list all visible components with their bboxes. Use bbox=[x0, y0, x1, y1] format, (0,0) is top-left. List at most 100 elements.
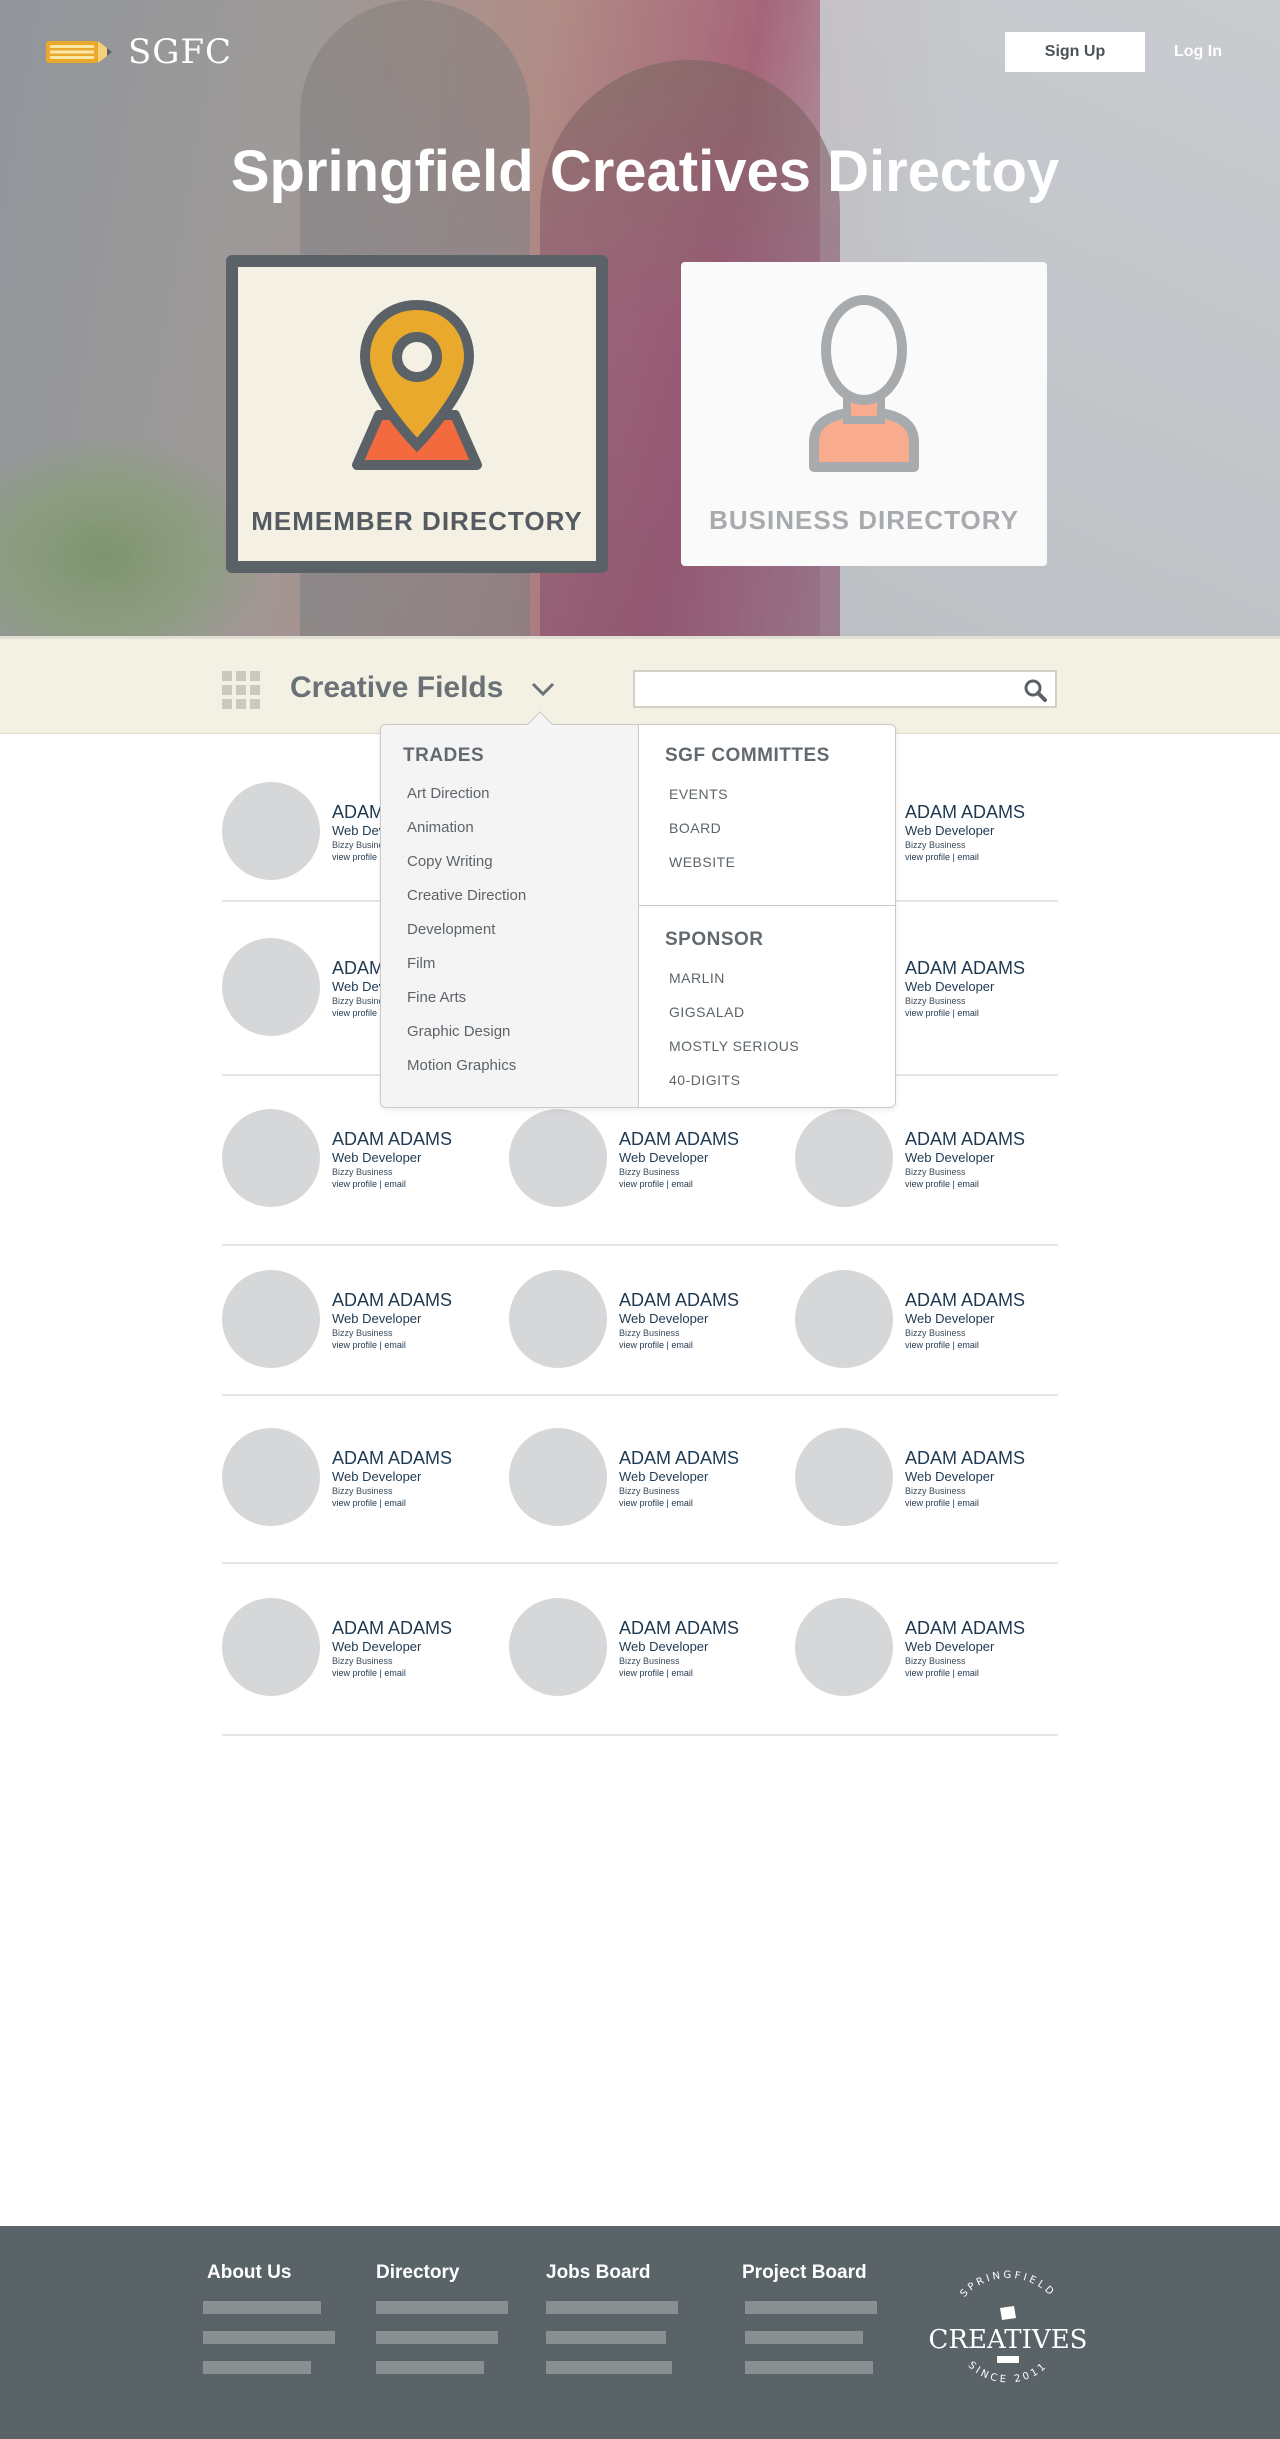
view-profile-link[interactable]: view profile bbox=[332, 1179, 377, 1189]
member-name[interactable]: ADAM ADAMS bbox=[619, 1290, 739, 1310]
avatar[interactable] bbox=[222, 938, 320, 1036]
email-link[interactable]: email bbox=[384, 1668, 406, 1678]
menu-item-gigsalad[interactable]: GIGSALAD bbox=[665, 995, 799, 1029]
menu-item-board[interactable]: BOARD bbox=[665, 811, 869, 845]
menu-item-creative-direction[interactable]: Creative Direction bbox=[403, 879, 616, 913]
avatar[interactable] bbox=[509, 1109, 607, 1207]
menu-item-development[interactable]: Development bbox=[403, 913, 616, 947]
chevron-down-icon[interactable] bbox=[530, 679, 556, 699]
member-card[interactable]: ADAM ADAMS Web Developer Bizzy Business … bbox=[509, 1109, 739, 1207]
member-name[interactable]: ADAM ADAMS bbox=[619, 1129, 739, 1149]
view-profile-link[interactable]: view profile bbox=[332, 1668, 377, 1678]
avatar[interactable] bbox=[509, 1270, 607, 1368]
view-profile-link[interactable]: view profile bbox=[905, 1668, 950, 1678]
view-profile-link[interactable]: view profile bbox=[905, 1498, 950, 1508]
sign-up-button[interactable]: Sign Up bbox=[1005, 32, 1145, 72]
member-name[interactable]: ADAM ADAMS bbox=[332, 1290, 452, 1310]
footer-heading-jobs-board[interactable]: Jobs Board bbox=[546, 2262, 678, 2284]
menu-item-fine-arts[interactable]: Fine Arts bbox=[403, 981, 616, 1015]
menu-item-40-digits[interactable]: 40-DIGITS bbox=[665, 1063, 799, 1097]
email-link[interactable]: email bbox=[957, 1179, 979, 1189]
footer-link-placeholder[interactable] bbox=[203, 2361, 311, 2374]
view-profile-link[interactable]: view profile bbox=[332, 852, 377, 862]
menu-item-film[interactable]: Film bbox=[403, 947, 616, 981]
view-profile-link[interactable]: view profile bbox=[619, 1498, 664, 1508]
log-in-button[interactable]: Log In bbox=[1170, 32, 1226, 72]
avatar[interactable] bbox=[222, 782, 320, 880]
avatar[interactable] bbox=[795, 1270, 893, 1368]
footer-link-placeholder[interactable] bbox=[376, 2301, 508, 2314]
email-link[interactable]: email bbox=[957, 852, 979, 862]
view-profile-link[interactable]: view profile bbox=[905, 852, 950, 862]
view-profile-link[interactable]: view profile bbox=[619, 1340, 664, 1350]
member-card[interactable]: ADAM ADAMS Web Developer Bizzy Business … bbox=[795, 1428, 1025, 1526]
view-profile-link[interactable]: view profile bbox=[332, 1008, 377, 1018]
menu-item-marlin[interactable]: MARLIN bbox=[665, 961, 799, 995]
avatar[interactable] bbox=[509, 1598, 607, 1696]
footer-link-placeholder[interactable] bbox=[546, 2361, 672, 2374]
menu-item-copy-writing[interactable]: Copy Writing bbox=[403, 845, 616, 879]
footer-link-placeholder[interactable] bbox=[745, 2331, 863, 2344]
footer-heading-about-us[interactable]: About Us bbox=[207, 2262, 335, 2284]
view-profile-link[interactable]: view profile bbox=[905, 1179, 950, 1189]
search-icon[interactable] bbox=[1023, 678, 1047, 702]
view-profile-link[interactable]: view profile bbox=[332, 1498, 377, 1508]
menu-item-animation[interactable]: Animation bbox=[403, 811, 616, 845]
member-card[interactable]: ADAM ADAMS Web Developer Bizzy Business … bbox=[509, 1270, 739, 1368]
member-card[interactable]: ADAM ADAMS Web Developer Bizzy Business … bbox=[222, 1270, 452, 1368]
member-name[interactable]: ADAM ADAMS bbox=[619, 1448, 739, 1468]
member-name[interactable]: ADAM ADAMS bbox=[332, 1448, 452, 1468]
member-name[interactable]: ADAM ADAMS bbox=[905, 958, 1025, 978]
member-name[interactable]: ADAM ADAMS bbox=[619, 1618, 739, 1638]
member-card[interactable]: ADAM ADAMS Web Developer Bizzy Business … bbox=[222, 1109, 452, 1207]
member-name[interactable]: ADAM ADAMS bbox=[905, 1618, 1025, 1638]
member-name[interactable]: ADAM ADAMS bbox=[905, 1290, 1025, 1310]
search-input[interactable] bbox=[643, 678, 1013, 702]
view-profile-link[interactable]: view profile bbox=[619, 1668, 664, 1678]
member-name[interactable]: ADAM ADAMS bbox=[332, 1129, 452, 1149]
menu-item-events[interactable]: EVENTS bbox=[665, 777, 869, 811]
member-name[interactable]: ADAM ADAMS bbox=[332, 1618, 452, 1638]
avatar[interactable] bbox=[222, 1428, 320, 1526]
footer-link-placeholder[interactable] bbox=[376, 2361, 484, 2374]
email-link[interactable]: email bbox=[384, 1340, 406, 1350]
member-name[interactable]: ADAM ADAMS bbox=[905, 802, 1025, 822]
footer-heading-directory[interactable]: Directory bbox=[376, 2262, 508, 2284]
email-link[interactable]: email bbox=[957, 1498, 979, 1508]
email-link[interactable]: email bbox=[957, 1008, 979, 1018]
avatar[interactable] bbox=[222, 1109, 320, 1207]
footer-link-placeholder[interactable] bbox=[745, 2301, 877, 2314]
menu-item-website[interactable]: WEBSITE bbox=[665, 845, 869, 879]
member-card[interactable]: ADAM ADAMS Web Developer Bizzy Business … bbox=[795, 1598, 1025, 1696]
menu-item-mostly-serious[interactable]: MOSTLY SERIOUS bbox=[665, 1029, 799, 1063]
view-profile-link[interactable]: view profile bbox=[905, 1008, 950, 1018]
avatar[interactable] bbox=[222, 1598, 320, 1696]
footer-link-placeholder[interactable] bbox=[203, 2331, 335, 2344]
email-link[interactable]: email bbox=[957, 1668, 979, 1678]
menu-item-art-direction[interactable]: Art Direction bbox=[403, 777, 616, 811]
site-logo[interactable]: SGFC bbox=[44, 32, 232, 72]
view-profile-link[interactable]: view profile bbox=[905, 1340, 950, 1350]
member-name[interactable]: ADAM ADAMS bbox=[905, 1129, 1025, 1149]
member-card[interactable]: ADAM ADAMS Web Developer Bizzy Business … bbox=[222, 1428, 452, 1526]
view-profile-link[interactable]: view profile bbox=[619, 1179, 664, 1189]
footer-link-placeholder[interactable] bbox=[376, 2331, 498, 2344]
avatar[interactable] bbox=[795, 1109, 893, 1207]
avatar[interactable] bbox=[509, 1428, 607, 1526]
email-link[interactable]: email bbox=[384, 1179, 406, 1189]
menu-item-motion-graphics[interactable]: Motion Graphics bbox=[403, 1049, 616, 1083]
view-profile-link[interactable]: view profile bbox=[332, 1340, 377, 1350]
footer-link-placeholder[interactable] bbox=[546, 2301, 678, 2314]
member-name[interactable]: ADAM ADAMS bbox=[905, 1448, 1025, 1468]
email-link[interactable]: email bbox=[671, 1668, 693, 1678]
avatar[interactable] bbox=[795, 1428, 893, 1526]
email-link[interactable]: email bbox=[671, 1498, 693, 1508]
footer-link-placeholder[interactable] bbox=[546, 2331, 666, 2344]
member-card[interactable]: ADAM ADAMS Web Developer Bizzy Business … bbox=[795, 1270, 1025, 1368]
menu-item-graphic-design[interactable]: Graphic Design bbox=[403, 1015, 616, 1049]
email-link[interactable]: email bbox=[671, 1340, 693, 1350]
avatar[interactable] bbox=[795, 1598, 893, 1696]
email-link[interactable]: email bbox=[384, 1498, 406, 1508]
business-directory-card[interactable]: BUSINESS DIRECTORY bbox=[681, 262, 1047, 566]
creative-fields-dropdown-label[interactable]: Creative Fields bbox=[290, 671, 503, 705]
